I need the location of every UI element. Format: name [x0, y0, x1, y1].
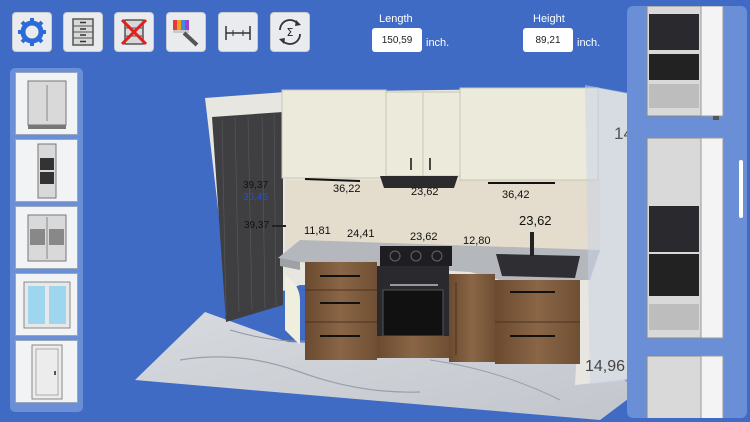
sink: [496, 254, 580, 278]
faucet: [530, 232, 534, 256]
appliance-catalog-panel: [627, 6, 747, 418]
catalog-item-oven-column-1[interactable]: [646, 6, 724, 120]
catalog-panel: [10, 68, 83, 412]
door-icon: [31, 344, 62, 399]
oven-drawer: [377, 336, 449, 358]
dim-upper-right: 36,42: [502, 189, 530, 201]
dim-wall-c: 39,37: [244, 220, 270, 231]
dim-lower-c: 12,80: [463, 235, 491, 247]
catalog-item-cabinet[interactable]: [646, 355, 724, 418]
catalog-item-oven-column-2[interactable]: [646, 137, 724, 339]
catalog-item-tall-cabinet[interactable]: [15, 139, 78, 202]
dim-lower-b: 24,41: [347, 228, 375, 240]
window-icon: [23, 281, 70, 328]
catalog-item-wall-cabinet[interactable]: [15, 206, 78, 269]
oven-window: [382, 289, 444, 337]
dim-wall-b: 30,45: [243, 192, 269, 203]
wall-cabinet-icon: [27, 214, 66, 261]
catalog-scrollbar[interactable]: [739, 160, 743, 218]
tall-cabinet-icon: [37, 143, 56, 198]
upper-cabinet-right: [459, 87, 599, 181]
catalog-item-base-cabinet[interactable]: [15, 72, 78, 135]
catalog-item-door[interactable]: [15, 340, 78, 403]
cooktop: [380, 246, 452, 266]
catalog-item-window[interactable]: [15, 273, 78, 336]
dim-side-bottom: 14,96: [585, 358, 626, 375]
appliance-list: [646, 6, 724, 418]
dim-wall-a: 39,37: [243, 180, 269, 191]
base-cabinet-icon: [27, 80, 66, 129]
dim-lower-right: 23,62: [519, 213, 552, 228]
dim-lower-middle: 23,62: [410, 231, 438, 243]
dim-lower-a: 11,81: [304, 225, 331, 237]
dim-upper-middle: 23,62: [411, 186, 439, 198]
dim-upper-left: 36,22: [333, 183, 361, 195]
upper-cabinet-left: [281, 89, 387, 179]
